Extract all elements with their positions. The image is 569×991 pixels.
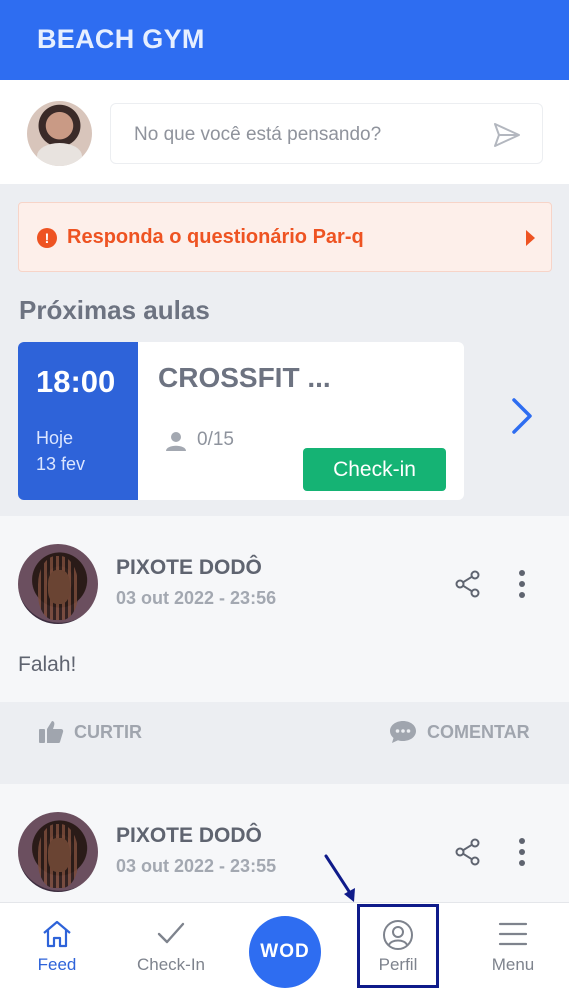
parq-alert[interactable]: ! Responda o questionário Par-q [18, 202, 552, 272]
compose-placeholder: No que você está pensando? [134, 124, 382, 145]
nav-feed-label: Feed [37, 955, 77, 974]
checkin-button[interactable]: Check-in [303, 448, 446, 491]
nav-checkin-label: Check-In [136, 955, 206, 974]
nav-checkin[interactable]: Check-In [116, 903, 226, 991]
send-icon[interactable] [492, 120, 522, 150]
compose-input[interactable]: No que você está pensando? [110, 103, 543, 164]
post-timestamp: 03 out 2022 - 23:55 [116, 856, 277, 876]
class-slots: 0/15 [197, 429, 234, 450]
annotation-highlight-box [357, 904, 439, 988]
feed-post: PIXOTE DODÔ 03 out 2022 - 23:56 Falah! C… [0, 516, 569, 766]
parq-alert-text: Responda o questionário Par-q [67, 226, 364, 248]
chevron-right-icon[interactable] [506, 396, 536, 436]
like-button[interactable]: CURTIR [74, 722, 142, 743]
comment-button[interactable]: COMENTAR [427, 722, 530, 743]
comment-icon[interactable] [389, 719, 417, 745]
post-timestamp: 03 out 2022 - 23:56 [116, 588, 277, 608]
class-name: CROSSFIT ... [158, 362, 331, 393]
share-icon[interactable] [454, 570, 482, 598]
class-time-block: 18:00 Hoje 13 fev [18, 342, 138, 500]
post-author-name[interactable]: PIXOTE DODÔ [116, 824, 262, 848]
app-header: BEACH GYM [0, 0, 569, 80]
app-title: BEACH GYM [37, 24, 205, 54]
upcoming-classes-title: Próximas aulas [19, 295, 210, 325]
caret-right-icon [526, 230, 535, 246]
nav-feed[interactable]: Feed [2, 903, 112, 991]
annotation-arrow-icon [324, 854, 355, 902]
more-vertical-icon[interactable] [515, 836, 529, 868]
class-card[interactable]: 18:00 Hoje 13 fev CROSSFIT ... 0/15 Chec… [18, 342, 464, 500]
hamburger-menu-icon [498, 922, 528, 946]
person-icon [166, 432, 186, 451]
user-avatar[interactable] [27, 101, 92, 166]
home-icon [43, 920, 71, 948]
wod-button[interactable]: WOD [249, 916, 321, 988]
post-actions: CURTIR COMENTAR [0, 702, 569, 766]
post-body: Falah! [18, 653, 77, 676]
exclamation-circle-icon: ! [37, 228, 57, 248]
nav-menu-label: Menu [491, 955, 535, 974]
class-time: 18:00 [36, 364, 116, 399]
feed-post: PIXOTE DODÔ 03 out 2022 - 23:55 [0, 784, 569, 914]
post-author-avatar[interactable] [18, 812, 98, 892]
share-icon[interactable] [454, 838, 482, 866]
class-date: 13 fev [36, 454, 86, 474]
nav-menu[interactable]: Menu [458, 903, 568, 991]
check-icon [157, 922, 185, 944]
more-vertical-icon[interactable] [515, 568, 529, 600]
post-author-name[interactable]: PIXOTE DODÔ [116, 556, 262, 580]
post-author-avatar[interactable] [18, 544, 98, 624]
thumbs-up-icon[interactable] [38, 719, 64, 745]
class-day: Hoje [36, 428, 74, 448]
